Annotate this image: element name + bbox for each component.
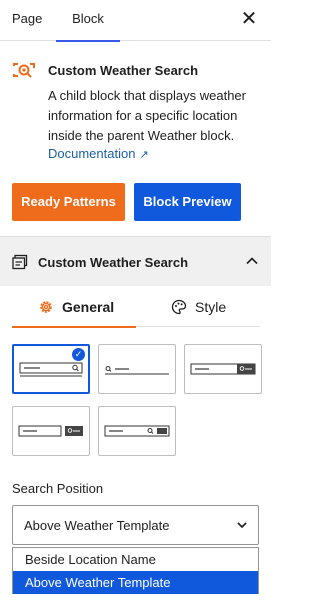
tab-style-label: Style (195, 299, 227, 315)
gear-icon (40, 301, 52, 313)
layout-option-1[interactable]: ✓ (12, 344, 90, 394)
tab-general[interactable]: General (12, 286, 136, 328)
search-position-value: Above Weather Template (24, 518, 170, 533)
dropdown-option-highlighted[interactable]: Above Weather Template (13, 571, 258, 594)
layout-option-5[interactable] (98, 406, 176, 456)
layout-preview-2 (105, 366, 169, 375)
panel-title: Custom Weather Search (38, 255, 189, 270)
tab-block[interactable]: Block (56, 0, 120, 42)
block-card: Custom Weather Search A child block that… (0, 42, 271, 236)
layout-option-4[interactable] (12, 406, 90, 456)
chevron-up-icon[interactable] (245, 254, 259, 268)
tab-general-label: General (62, 299, 115, 315)
panel-block-icon (12, 254, 28, 270)
layout-preview-3 (190, 363, 256, 375)
panel-header[interactable]: Custom Weather Search (0, 236, 271, 286)
tab-page[interactable]: Page (12, 0, 42, 41)
block-description: A child block that displays weather info… (48, 88, 246, 143)
tab-style[interactable]: Style (136, 286, 260, 327)
search-position-label: Search Position (12, 481, 104, 496)
ready-patterns-button[interactable]: Ready Patterns (12, 183, 125, 221)
chevron-down-icon (237, 522, 247, 529)
layout-preview-5 (104, 425, 170, 437)
layout-option-2[interactable] (98, 344, 176, 394)
layout-option-3[interactable] (184, 344, 262, 394)
dropdown-option[interactable]: Beside Location Name (13, 548, 258, 571)
documentation-link-label[interactable]: Documentation (48, 146, 135, 161)
block-preview-button[interactable]: Block Preview (134, 183, 241, 221)
sidebar-tabs: Page Block ✕ (0, 0, 271, 42)
layout-preview-4 (18, 425, 83, 437)
documentation-link[interactable]: Documentation ↗ (48, 146, 149, 161)
search-position-dropdown: Beside Location Name Above Weather Templ… (12, 547, 259, 594)
search-position-select[interactable]: Above Weather Template (12, 505, 259, 545)
external-link-icon: ↗ (139, 149, 149, 161)
palette-icon (171, 299, 187, 315)
close-icon[interactable]: ✕ (239, 9, 259, 29)
selected-check-icon: ✓ (72, 348, 85, 361)
block-title: Custom Weather Search (48, 63, 199, 78)
weather-search-icon (13, 63, 35, 78)
